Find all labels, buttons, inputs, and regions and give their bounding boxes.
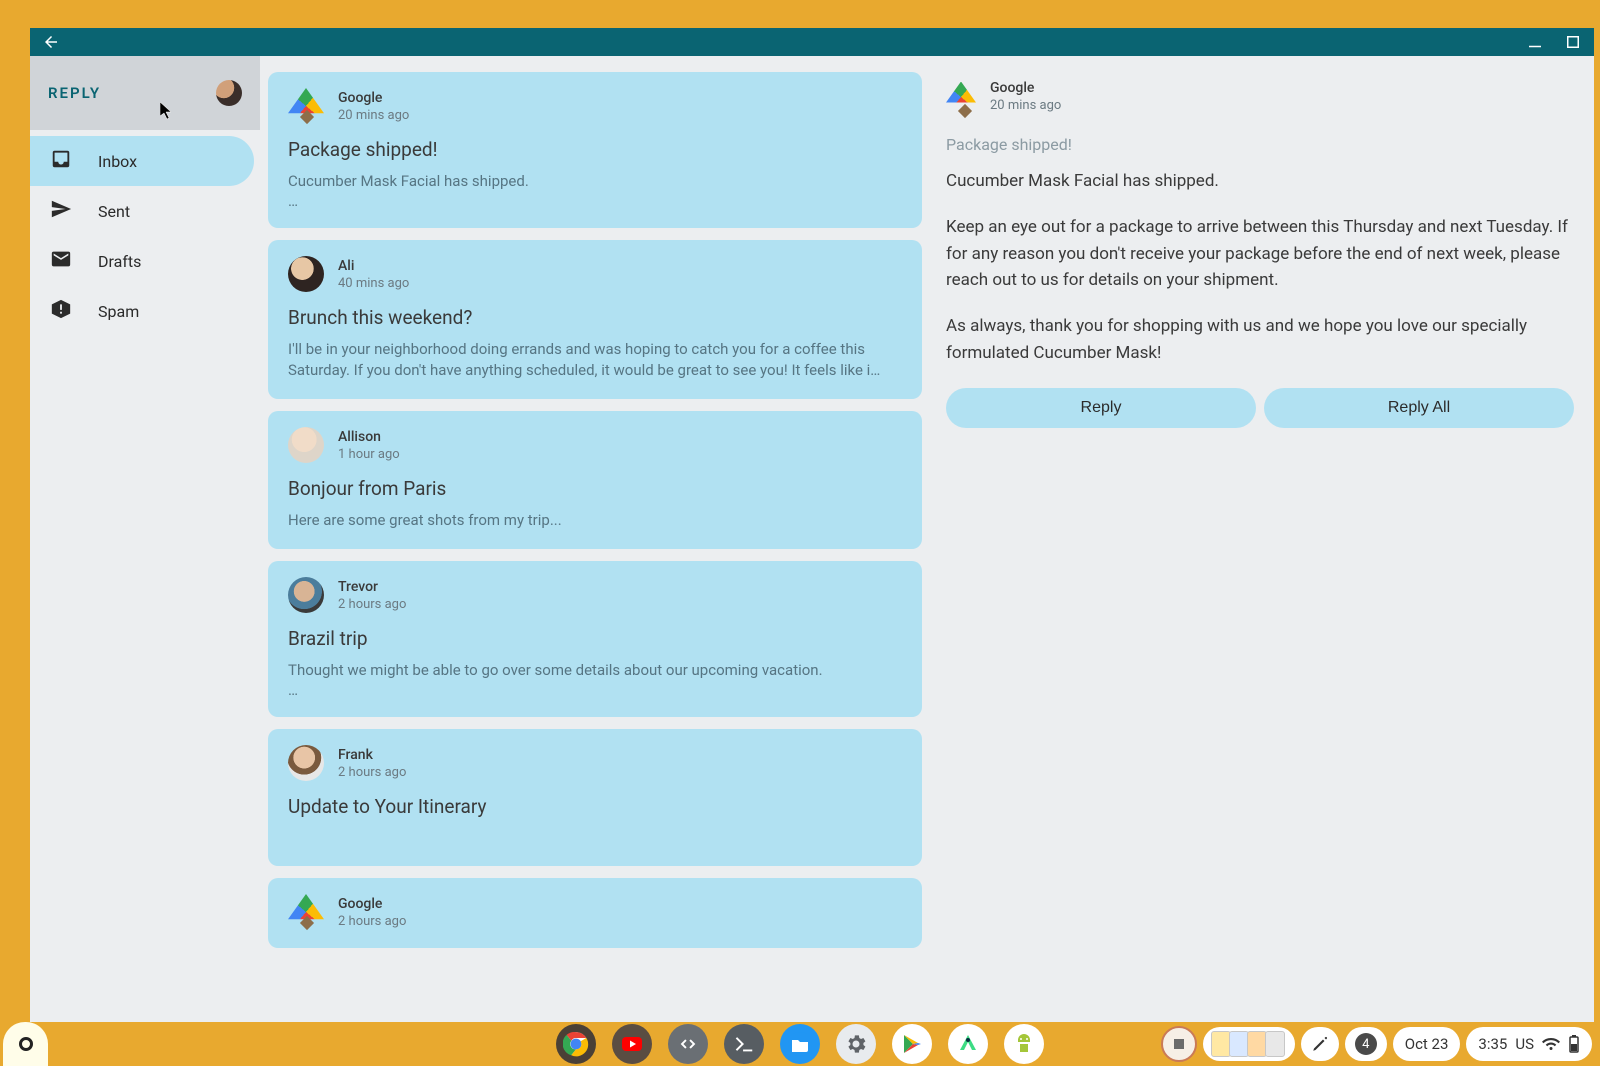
email-card[interactable]: Google 2 hours ago bbox=[268, 878, 922, 948]
sender-name: Frank bbox=[338, 747, 406, 763]
android-studio-icon[interactable] bbox=[948, 1024, 988, 1064]
terminal-icon[interactable] bbox=[724, 1024, 764, 1064]
email-subject: Brunch this weekend? bbox=[288, 306, 902, 329]
detail-sender-name: Google bbox=[990, 80, 1061, 96]
overview-button[interactable] bbox=[1203, 1027, 1295, 1061]
sender-time: 1 hour ago bbox=[338, 447, 400, 462]
sidebar: REPLY Inbox Sent Drafts bbox=[30, 56, 260, 1066]
youtube-icon[interactable] bbox=[612, 1024, 652, 1064]
files-icon[interactable] bbox=[780, 1024, 820, 1064]
google-icon bbox=[288, 894, 324, 930]
locale-text: US bbox=[1515, 1035, 1534, 1053]
avatar-icon bbox=[288, 577, 324, 613]
sender-time: 2 hours ago bbox=[338, 765, 406, 780]
detail-paragraph: Keep an eye out for a package to arrive … bbox=[946, 214, 1574, 293]
app-window: REPLY Inbox Sent Drafts bbox=[30, 28, 1594, 1066]
back-button[interactable] bbox=[42, 33, 60, 51]
send-icon bbox=[50, 198, 72, 224]
reply-button[interactable]: Reply bbox=[946, 388, 1256, 428]
detail-body: Cucumber Mask Facial has shipped. Keep a… bbox=[946, 168, 1574, 366]
sender-name: Trevor bbox=[338, 579, 406, 595]
email-subject: Brazil trip bbox=[288, 627, 902, 650]
reply-all-button[interactable]: Reply All bbox=[1264, 388, 1574, 428]
stylus-button[interactable] bbox=[1301, 1027, 1339, 1061]
email-list: Google 20 mins ago Package shipped! Cucu… bbox=[260, 56, 932, 1066]
battery-icon bbox=[1568, 1035, 1580, 1053]
shelf: 4 Oct 23 3:35 US bbox=[0, 1022, 1600, 1066]
cursor-icon bbox=[160, 102, 174, 120]
google-icon bbox=[946, 82, 976, 112]
profile-avatar[interactable] bbox=[216, 80, 242, 106]
sender-name: Google bbox=[338, 90, 409, 106]
avatar-icon bbox=[288, 427, 324, 463]
minimize-button[interactable] bbox=[1526, 33, 1544, 51]
email-preview: Thought we might be able to go over some… bbox=[288, 660, 902, 681]
nav-item-sent[interactable]: Sent bbox=[30, 186, 254, 236]
drafts-icon bbox=[50, 248, 72, 274]
sender-name: Ali bbox=[338, 258, 409, 274]
email-preview: Cucumber Mask Facial has shipped. bbox=[288, 171, 902, 192]
email-subject: Bonjour from Paris bbox=[288, 477, 902, 500]
notification-count: 4 bbox=[1355, 1033, 1377, 1055]
detail-paragraph: Cucumber Mask Facial has shipped. bbox=[946, 168, 1574, 194]
code-icon[interactable] bbox=[668, 1024, 708, 1064]
wifi-icon bbox=[1542, 1035, 1560, 1053]
date-text: Oct 23 bbox=[1405, 1035, 1449, 1053]
titlebar bbox=[30, 28, 1594, 56]
email-subject: Update to Your Itinerary bbox=[288, 795, 902, 818]
nav-label: Inbox bbox=[98, 152, 137, 171]
email-card[interactable]: Frank 2 hours ago Update to Your Itinera… bbox=[268, 729, 922, 866]
avatar-icon bbox=[288, 256, 324, 292]
ellipsis: … bbox=[288, 192, 902, 210]
email-card[interactable]: Ali 40 mins ago Brunch this weekend? I'l… bbox=[268, 240, 922, 399]
record-icon[interactable] bbox=[1161, 1026, 1197, 1062]
inbox-icon bbox=[50, 148, 72, 174]
status-tray[interactable]: 3:35 US bbox=[1466, 1027, 1592, 1061]
notification-badge[interactable]: 4 bbox=[1345, 1027, 1387, 1061]
detail-paragraph: As always, thank you for shopping with u… bbox=[946, 313, 1574, 366]
nav-label: Spam bbox=[98, 302, 139, 321]
sender-name: Google bbox=[338, 896, 406, 912]
launcher-button[interactable] bbox=[3, 1022, 48, 1066]
play-store-icon[interactable] bbox=[892, 1024, 932, 1064]
android-icon[interactable] bbox=[1004, 1024, 1044, 1064]
nav-item-inbox[interactable]: Inbox bbox=[30, 136, 254, 186]
email-preview: I'll be in your neighborhood doing erran… bbox=[288, 339, 902, 381]
nav: Inbox Sent Drafts Spam bbox=[30, 130, 260, 342]
brand-row: REPLY bbox=[30, 56, 260, 130]
sender-name: Allison bbox=[338, 429, 400, 445]
detail-subject: Package shipped! bbox=[946, 135, 1574, 154]
shelf-status: 4 Oct 23 3:35 US bbox=[1161, 1026, 1592, 1062]
chrome-icon[interactable] bbox=[556, 1024, 596, 1064]
email-subject: Package shipped! bbox=[288, 138, 902, 161]
sender-time: 2 hours ago bbox=[338, 914, 406, 929]
nav-label: Sent bbox=[98, 202, 130, 221]
detail-sender-time: 20 mins ago bbox=[990, 98, 1061, 113]
email-card[interactable]: Google 20 mins ago Package shipped! Cucu… bbox=[268, 72, 922, 228]
settings-icon[interactable] bbox=[836, 1024, 876, 1064]
nav-item-spam[interactable]: Spam bbox=[30, 286, 254, 336]
sender-time: 20 mins ago bbox=[338, 108, 409, 123]
date-pill[interactable]: Oct 23 bbox=[1393, 1027, 1461, 1061]
google-icon bbox=[288, 88, 324, 124]
avatar-icon bbox=[288, 745, 324, 781]
maximize-button[interactable] bbox=[1564, 33, 1582, 51]
nav-item-drafts[interactable]: Drafts bbox=[30, 236, 254, 286]
email-card[interactable]: Trevor 2 hours ago Brazil trip Thought w… bbox=[268, 561, 922, 717]
nav-label: Drafts bbox=[98, 252, 141, 271]
shelf-apps bbox=[556, 1024, 1044, 1064]
email-preview: Here are some great shots from my trip..… bbox=[288, 510, 902, 531]
email-detail: Google 20 mins ago Package shipped! Cucu… bbox=[932, 56, 1594, 1066]
spam-icon bbox=[50, 298, 72, 324]
app-brand: REPLY bbox=[48, 84, 101, 102]
time-text: 3:35 bbox=[1478, 1035, 1507, 1053]
sender-time: 40 mins ago bbox=[338, 276, 409, 291]
sender-time: 2 hours ago bbox=[338, 597, 406, 612]
ellipsis: … bbox=[288, 681, 902, 699]
email-card[interactable]: Allison 1 hour ago Bonjour from Paris He… bbox=[268, 411, 922, 549]
